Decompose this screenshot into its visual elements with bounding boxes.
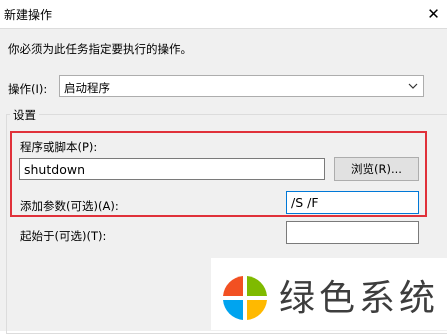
- start-in-input[interactable]: [286, 221, 419, 244]
- close-icon: ✕: [427, 5, 440, 23]
- action-selected-value: 启动程序: [64, 81, 110, 95]
- action-label: 操作(I):: [8, 82, 48, 96]
- logo-green-quadrant: [247, 276, 267, 296]
- logo-blue-quadrant: [223, 300, 243, 320]
- close-button[interactable]: ✕: [420, 0, 447, 28]
- browse-button[interactable]: 浏览(R)...: [334, 157, 419, 181]
- watermark-text: 绿色系统: [279, 278, 440, 319]
- settings-legend: 设置: [10, 107, 39, 123]
- chevron-down-icon: [408, 83, 418, 89]
- title-bar: 新建操作 ✕: [0, 0, 447, 28]
- arguments-input-value: /S /F: [291, 195, 319, 210]
- watermark: 绿色系统: [211, 258, 447, 330]
- instruction-text: 你必须为此任务指定要执行的操作。: [8, 42, 192, 56]
- program-label: 程序或脚本(P):: [20, 140, 98, 154]
- arguments-label: 添加参数(可选)(A):: [20, 199, 119, 213]
- arguments-input[interactable]: /S /F: [286, 191, 419, 214]
- program-input-value: shutdown: [24, 162, 85, 177]
- action-dropdown[interactable]: 启动程序: [59, 75, 424, 97]
- start-in-label: 起始于(可选)(T):: [20, 229, 107, 243]
- program-input[interactable]: shutdown: [19, 158, 325, 180]
- browse-button-label: 浏览(R)...: [351, 162, 402, 176]
- logo-red-quadrant: [223, 276, 243, 296]
- window-title: 新建操作: [4, 8, 53, 22]
- logo-yellow-quadrant: [247, 300, 267, 320]
- windows-logo-icon: [223, 276, 267, 320]
